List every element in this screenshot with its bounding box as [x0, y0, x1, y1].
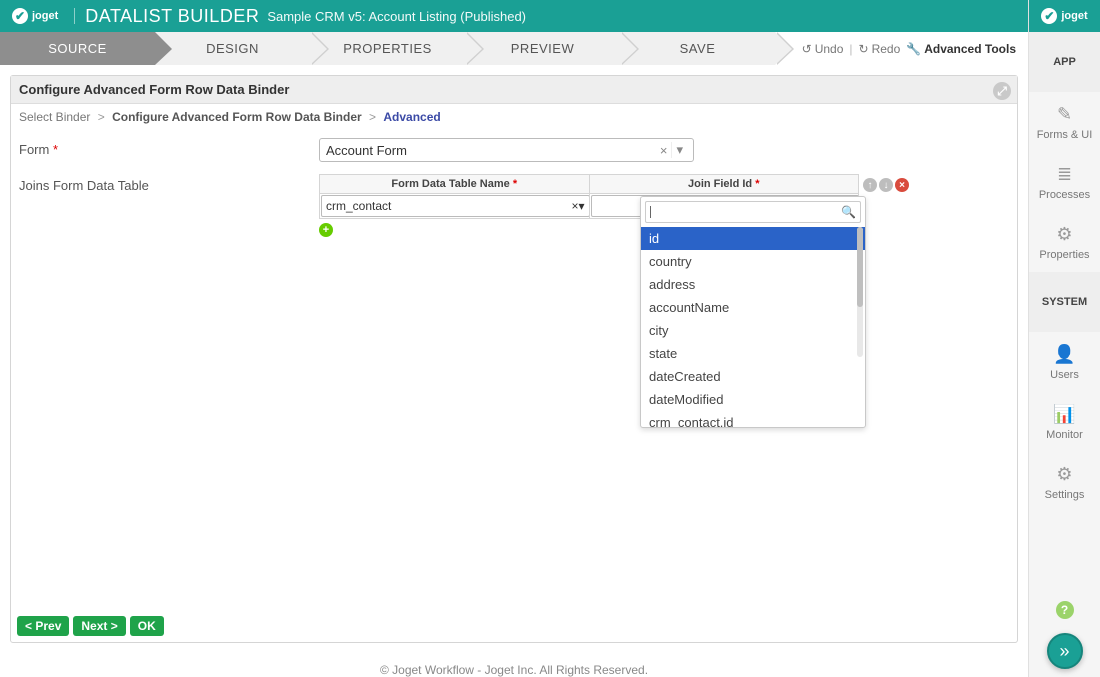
- next-button[interactable]: Next >: [73, 616, 125, 636]
- col-table-header: Form Data Table Name *: [320, 175, 590, 194]
- undo-icon: ↺: [802, 42, 812, 56]
- tab-preview[interactable]: PREVIEW: [465, 32, 620, 65]
- label-joins: Joins Form Data Table: [19, 174, 319, 193]
- sidebar-item-label: Monitor: [1046, 429, 1083, 441]
- form-select[interactable]: Account Form × ▾: [319, 138, 694, 162]
- expand-icon[interactable]: ⤢: [993, 82, 1011, 100]
- row-actions: ↑ ↓ ×: [859, 174, 909, 192]
- dropdown-item[interactable]: id: [641, 227, 865, 250]
- chevron-down-icon[interactable]: ▾: [671, 142, 687, 158]
- tab-design[interactable]: DESIGN: [155, 32, 310, 65]
- search-icon: 🔍: [841, 205, 856, 219]
- dropdown-item[interactable]: dateCreated: [641, 365, 865, 388]
- sidebar-item[interactable]: 📊 Monitor: [1029, 392, 1100, 452]
- dropdown-search-input[interactable]: 🔍: [645, 201, 861, 223]
- form-select-value: Account Form: [326, 143, 407, 158]
- app-header: ✔ joget DATALIST BUILDER Sample CRM v5: …: [0, 0, 1028, 32]
- delete-row-button[interactable]: ×: [895, 178, 909, 192]
- wrench-icon: 🔧: [906, 42, 921, 56]
- sidebar-brand[interactable]: ✔ joget: [1029, 0, 1100, 32]
- join-field-dropdown: 🔍 idcountryaddressaccountNamecitystateda…: [640, 196, 866, 428]
- sidebar-item-icon: ✎: [1057, 104, 1072, 125]
- form-area: Form * Account Form × ▾ Joins Form Data …: [11, 130, 1017, 610]
- dropdown-item[interactable]: dateModified: [641, 388, 865, 411]
- redo-button[interactable]: ↻Redo: [859, 42, 901, 56]
- sidebar-item-icon: ⚙: [1056, 224, 1072, 245]
- tab-properties[interactable]: PROPERTIES: [310, 32, 465, 65]
- sidebar-item-icon: ≣: [1057, 164, 1072, 185]
- dropdown-item[interactable]: accountName: [641, 296, 865, 319]
- sidebar-item[interactable]: ⚙ Properties: [1029, 212, 1100, 272]
- copyright: © Joget Workflow - Joget Inc. All Rights…: [0, 653, 1028, 677]
- right-sidebar: ✔ joget APP ✎ Forms & UI ≣ Processes ⚙ Proper…: [1028, 0, 1100, 677]
- step-tabs: SOURCE DESIGN PROPERTIES PREVIEW SAVE ↺U…: [0, 32, 1028, 65]
- sidebar-item-label: Properties: [1039, 249, 1089, 261]
- text-cursor: [650, 206, 651, 218]
- move-down-button[interactable]: ↓: [879, 178, 893, 192]
- sidebar-item-icon: 📊: [1053, 404, 1075, 425]
- tab-save[interactable]: SAVE: [620, 32, 775, 65]
- brand-name: joget: [1061, 10, 1087, 22]
- chevron-down-icon[interactable]: ▾: [578, 199, 584, 213]
- clear-icon[interactable]: ×: [571, 199, 578, 213]
- expand-fab-button[interactable]: »: [1047, 633, 1083, 669]
- advanced-tools-button[interactable]: 🔧Advanced Tools: [906, 42, 1016, 56]
- config-panel: Configure Advanced Form Row Data Binder …: [10, 75, 1018, 643]
- brand-glyph-icon: ✔: [12, 8, 28, 24]
- tab-source[interactable]: SOURCE: [0, 32, 155, 65]
- brand-glyph-icon: ✔: [1041, 8, 1057, 24]
- breadcrumb: Select Binder > Configure Advanced Form …: [11, 104, 1017, 130]
- dropdown-item[interactable]: country: [641, 250, 865, 273]
- toolbar: ↺Undo | ↻Redo 🔧Advanced Tools: [775, 32, 1028, 65]
- prev-button[interactable]: < Prev: [17, 616, 69, 636]
- sidebar-item-icon: ⚙: [1056, 464, 1072, 485]
- sidebar-item[interactable]: ✎ Forms & UI: [1029, 92, 1100, 152]
- dropdown-item[interactable]: address: [641, 273, 865, 296]
- breadcrumb-step3[interactable]: Advanced: [383, 110, 440, 124]
- brand-logo[interactable]: ✔ joget: [6, 8, 64, 24]
- sidebar-item-label: Forms & UI: [1037, 129, 1093, 141]
- divider: [74, 8, 75, 24]
- dropdown-item[interactable]: state: [641, 342, 865, 365]
- sidebar-item-icon: 👤: [1053, 344, 1075, 365]
- sidebar-item-label: Users: [1050, 369, 1079, 381]
- scrollbar[interactable]: [857, 227, 863, 357]
- col-field-header: Join Field Id *: [589, 175, 859, 194]
- move-up-button[interactable]: ↑: [863, 178, 877, 192]
- undo-button[interactable]: ↺Undo: [802, 42, 844, 56]
- add-row-button[interactable]: +: [319, 223, 333, 237]
- dropdown-item[interactable]: crm_contact.id: [641, 411, 865, 427]
- panel-title: Configure Advanced Form Row Data Binder: [19, 82, 289, 97]
- panel-header: Configure Advanced Form Row Data Binder …: [11, 76, 1017, 104]
- label-form: Form *: [19, 138, 319, 157]
- help-button[interactable]: ?: [1056, 601, 1074, 619]
- sidebar-heading-app: APP: [1029, 32, 1100, 92]
- redo-icon: ↻: [859, 42, 869, 56]
- sidebar-item[interactable]: ≣ Processes: [1029, 152, 1100, 212]
- sidebar-heading-system: SYSTEM: [1029, 272, 1100, 332]
- app-subtitle: Sample CRM v5: Account Listing (Publishe…: [267, 9, 526, 24]
- clear-icon[interactable]: ×: [656, 143, 672, 158]
- brand-name: joget: [32, 10, 58, 22]
- panel-footer: < Prev Next > OK: [11, 610, 1017, 642]
- sidebar-item[interactable]: 👤 Users: [1029, 332, 1100, 392]
- dropdown-item[interactable]: city: [641, 319, 865, 342]
- sidebar-item[interactable]: ⚙ Settings: [1029, 452, 1100, 512]
- breadcrumb-step2[interactable]: Configure Advanced Form Row Data Binder: [112, 110, 362, 124]
- sidebar-item-label: Processes: [1039, 189, 1090, 201]
- sidebar-item-label: Settings: [1045, 489, 1085, 501]
- breadcrumb-step1[interactable]: Select Binder: [19, 110, 90, 124]
- app-title: DATALIST BUILDER: [85, 6, 259, 27]
- ok-button[interactable]: OK: [130, 616, 164, 636]
- form-data-table-select[interactable]: crm_contact × ▾: [321, 195, 590, 217]
